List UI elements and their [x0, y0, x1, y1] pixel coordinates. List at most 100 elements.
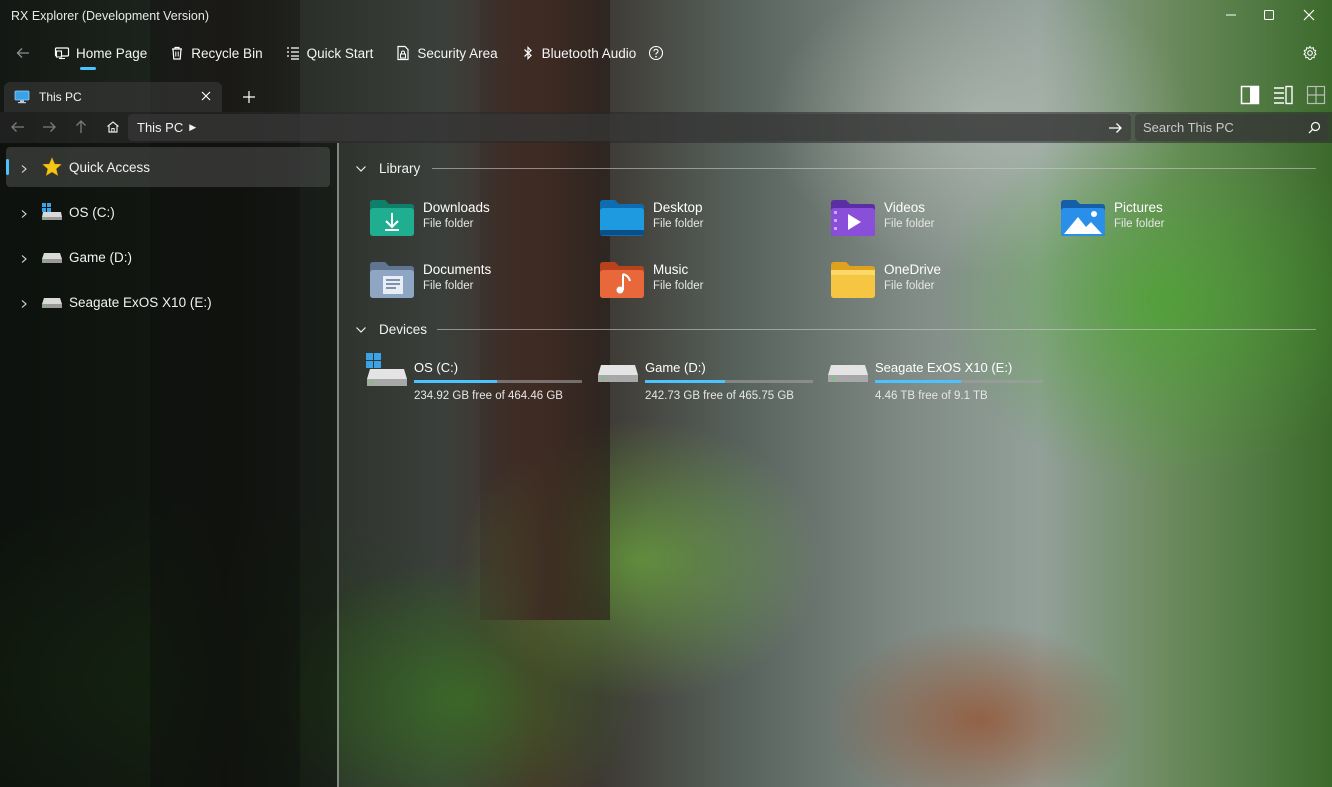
folder-name: Videos [884, 200, 926, 215]
nav-label: Quick Start [306, 45, 374, 61]
folder-pictures[interactable]: Pictures File folder [1060, 193, 1280, 243]
up-arrow-icon[interactable] [72, 118, 90, 136]
folder-name: Documents [423, 262, 492, 277]
nav-label: Security Area [417, 45, 498, 61]
maximize-icon [1264, 10, 1274, 20]
help-icon[interactable] [648, 45, 664, 61]
folder-name: Desktop [653, 200, 703, 215]
folder-name: Downloads [423, 200, 490, 215]
folder-desktop[interactable]: Desktop File folder [599, 193, 819, 243]
chevron-right-icon[interactable] [19, 162, 29, 173]
device-os-c[interactable]: OS (C:) 234.92 GB free of 464.46 GB [366, 351, 586, 402]
capacity-bar-fill [414, 380, 497, 383]
chevron-right-icon[interactable] [19, 297, 29, 308]
library-section-header[interactable]: Library [355, 161, 420, 176]
devices-section-header[interactable]: Devices [355, 322, 427, 337]
nav-recycle-bin[interactable]: Recycle Bin [161, 36, 270, 70]
sidebar-item-seagate-e[interactable]: Seagate ExOS X10 (E:) [6, 282, 330, 322]
folder-documents[interactable]: Documents File folder [369, 255, 589, 305]
tab-close-icon[interactable] [200, 90, 212, 102]
device-game-d[interactable]: Game (D:) 242.73 GB free of 465.75 GB [597, 351, 817, 402]
chevron-down-icon[interactable] [355, 163, 367, 175]
search-icon[interactable] [1308, 121, 1321, 134]
back-arrow-icon[interactable] [9, 118, 27, 136]
address-bar[interactable]: This PC ▶ [128, 114, 1131, 141]
pictures-folder-icon [1061, 200, 1105, 236]
nav-security-area[interactable]: Security Area [387, 36, 505, 70]
section-title: Devices [379, 322, 428, 337]
desktop-folder-icon [600, 200, 644, 236]
device-free-space: 234.92 GB free of 464.46 GB [414, 390, 563, 402]
breadcrumb-this-pc[interactable]: This PC [137, 120, 183, 135]
go-arrow-icon[interactable] [1107, 120, 1123, 136]
section-divider [432, 168, 1316, 169]
sidebar-item-label: OS (C:) [69, 204, 115, 220]
bluetooth-icon [520, 45, 536, 61]
drive-icon [41, 247, 63, 267]
device-name: Game (D:) [645, 360, 706, 375]
capacity-bar [875, 380, 1043, 383]
device-free-space: 4.46 TB free of 9.1 TB [875, 390, 988, 402]
sidebar-item-label: Game (D:) [69, 249, 133, 265]
folder-name: OneDrive [884, 262, 942, 277]
sidebar-item-label: Seagate ExOS X10 (E:) [69, 294, 212, 310]
windows-drive-icon [366, 353, 407, 386]
nav-label: Recycle Bin [191, 45, 263, 61]
device-seagate-e[interactable]: Seagate ExOS X10 (E:) 4.46 TB free of 9.… [827, 351, 1047, 402]
arrow-left-icon [16, 48, 29, 58]
documents-folder-icon [370, 262, 414, 298]
main-content: Library Downloads File folder Desktop Fi… [339, 143, 1332, 787]
folder-type: File folder [884, 218, 935, 230]
search-input[interactable] [1135, 114, 1328, 141]
forward-arrow-icon[interactable] [40, 118, 58, 136]
home-icon[interactable] [105, 119, 123, 137]
recycle-bin-icon [169, 45, 185, 61]
videos-folder-icon [831, 200, 875, 236]
folder-type: File folder [884, 280, 935, 292]
folder-downloads[interactable]: Downloads File folder [369, 193, 589, 243]
device-free-space: 242.73 GB free of 465.75 GB [645, 390, 794, 402]
sidebar-item-os-c[interactable]: OS (C:) [6, 192, 330, 232]
capacity-bar [645, 380, 813, 383]
section-divider [437, 329, 1316, 330]
nav-quick-start[interactable]: Quick Start [277, 36, 382, 70]
folder-videos[interactable]: Videos File folder [830, 193, 1050, 243]
close-window-button[interactable] [1286, 0, 1332, 30]
tab-this-pc[interactable]: This PC [4, 82, 222, 112]
folder-type: File folder [423, 280, 474, 292]
chevron-right-icon[interactable] [19, 207, 29, 218]
folder-name: Pictures [1114, 200, 1163, 215]
nav-home-page[interactable]: Home Page [46, 36, 155, 70]
folder-onedrive[interactable]: OneDrive File folder [830, 255, 1050, 305]
settings-gear-icon[interactable] [1302, 45, 1318, 61]
folder-music[interactable]: Music File folder [599, 255, 819, 305]
nav-label: Home Page [76, 45, 148, 61]
folder-type: File folder [1114, 218, 1165, 230]
new-tab-plus-icon[interactable] [240, 88, 258, 106]
preview-pane-icon[interactable] [1239, 84, 1261, 106]
star-icon [41, 157, 63, 177]
nav-label: Bluetooth Audio [541, 45, 637, 61]
sidebar-item-game-d[interactable]: Game (D:) [6, 237, 330, 277]
quick-start-icon [285, 45, 301, 61]
sidebar-item-quick-access[interactable]: Quick Access [6, 147, 330, 187]
device-name: Seagate ExOS X10 (E:) [875, 360, 1013, 375]
title-bar: RX Explorer (Development Version) [0, 0, 1332, 32]
chevron-down-icon[interactable] [355, 324, 367, 336]
downloads-folder-icon [370, 200, 414, 236]
global-back-button[interactable] [0, 36, 46, 70]
details-view-icon[interactable] [1272, 84, 1294, 106]
drive-icon [828, 365, 868, 382]
folder-type: File folder [423, 218, 474, 230]
windows-drive-icon [41, 202, 63, 222]
monitor-icon [14, 90, 30, 104]
nav-bluetooth-audio[interactable]: Bluetooth Audio [512, 36, 645, 70]
breadcrumb-chevron-icon[interactable]: ▶ [189, 122, 196, 133]
folder-type: File folder [653, 280, 704, 292]
minimize-icon [1226, 14, 1236, 16]
chevron-right-icon[interactable] [19, 252, 29, 263]
capacity-bar [414, 380, 582, 383]
layout-grid-icon[interactable] [1305, 84, 1327, 106]
music-folder-icon [600, 262, 644, 298]
folder-name: Music [653, 262, 689, 277]
